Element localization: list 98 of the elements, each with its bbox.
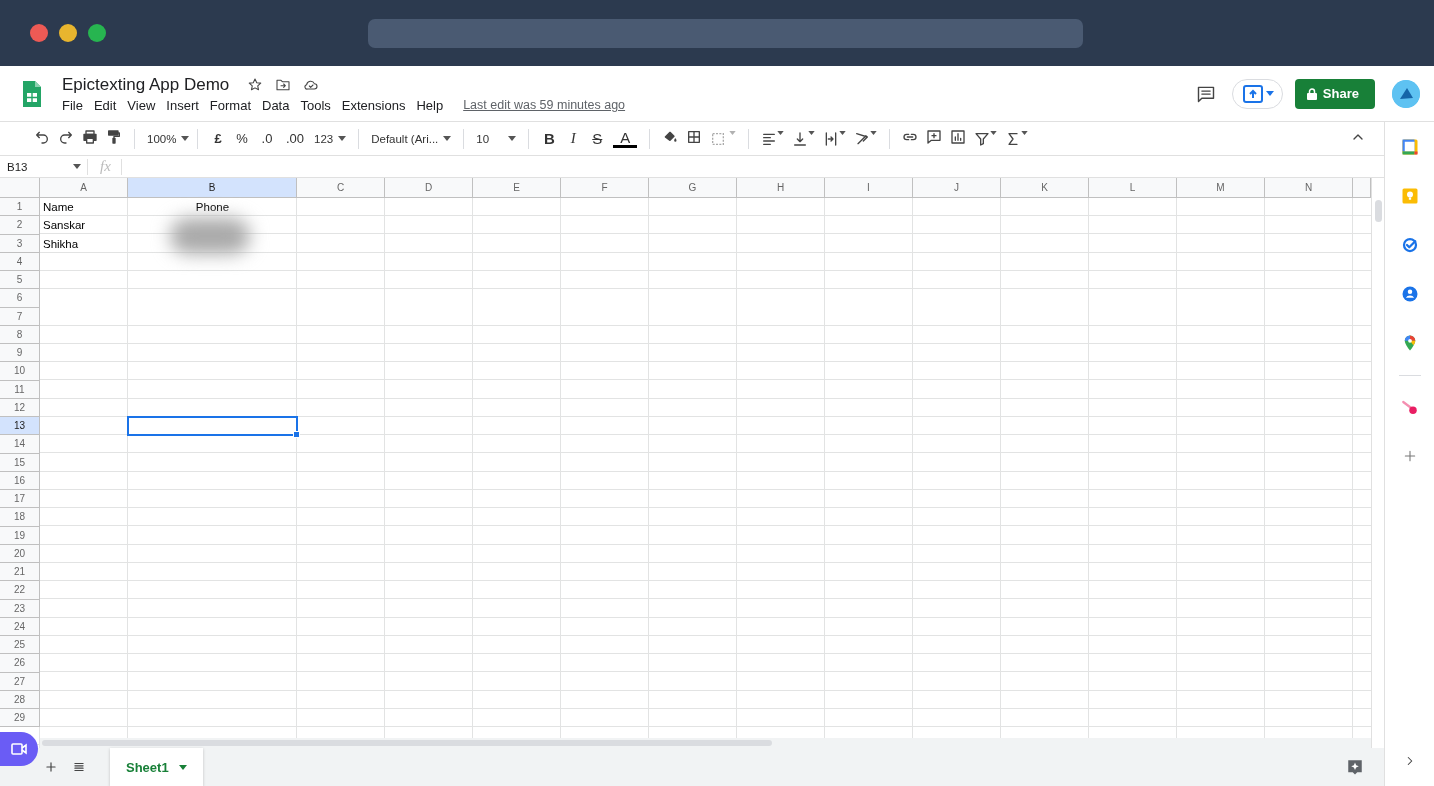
decrease-decimal-button[interactable]: .0	[254, 131, 280, 146]
row-header[interactable]: 17	[0, 490, 40, 509]
column-header[interactable]: E	[473, 178, 561, 198]
font-dropdown[interactable]: Default (Ari...	[367, 132, 456, 145]
comet-icon[interactable]	[1400, 399, 1419, 417]
number-format-dropdown[interactable]: 123	[310, 132, 351, 145]
percent-format-button[interactable]: %	[230, 131, 254, 146]
caret-icon[interactable]	[178, 764, 187, 770]
column-header[interactable]: L	[1089, 178, 1177, 198]
menu-item[interactable]: File	[62, 97, 88, 113]
maximize-window-button[interactable]	[88, 24, 106, 42]
bold-button[interactable]: B	[537, 130, 562, 147]
italic-button[interactable]: I	[561, 130, 586, 147]
calendar-icon[interactable]	[1400, 138, 1419, 156]
column-header[interactable]: K	[1001, 178, 1089, 198]
column-header[interactable]: J	[913, 178, 1001, 198]
explore-icon[interactable]	[1346, 758, 1364, 776]
menu-item[interactable]: View	[122, 97, 161, 113]
strikethrough-button[interactable]: S	[585, 130, 610, 147]
row-header[interactable]: 18	[0, 508, 40, 527]
selected-cell[interactable]	[128, 417, 297, 436]
column-header[interactable]: H	[737, 178, 825, 198]
caret-icon[interactable]	[338, 136, 347, 141]
menu-item[interactable]: Insert	[161, 97, 204, 113]
menu-item[interactable]: Extensions	[336, 97, 411, 113]
share-button[interactable]: Share	[1294, 78, 1375, 109]
functions-icon[interactable]	[1005, 130, 1029, 147]
row-header[interactable]: 14	[0, 435, 40, 454]
menu-item[interactable]: Help	[411, 97, 449, 113]
contacts-icon[interactable]	[1400, 285, 1419, 303]
present-icon[interactable]	[1242, 84, 1263, 103]
column-header[interactable]: F	[561, 178, 649, 198]
caret-icon[interactable]	[181, 136, 190, 141]
text-color-button[interactable]: A	[613, 129, 638, 148]
minimize-window-button[interactable]	[59, 24, 77, 42]
print-icon[interactable]	[82, 128, 98, 145]
zoom-dropdown[interactable]: 100%	[143, 132, 189, 145]
row-header[interactable]: 10	[0, 362, 40, 381]
formula-label: fx	[100, 158, 111, 175]
currency-format-button[interactable]: £	[206, 131, 230, 146]
table-cell-text: Name	[42, 200, 75, 216]
menu-item[interactable]: Data	[257, 97, 295, 113]
table-cell-text: Phone	[194, 200, 231, 216]
column-header[interactable]: D	[385, 178, 473, 198]
row-header[interactable]: 22	[0, 581, 40, 600]
table-cell-text: Shikha	[42, 236, 80, 252]
add-sheet-icon[interactable]	[44, 760, 58, 774]
column-header[interactable]: N	[1265, 178, 1353, 198]
all-sheets-menu-icon[interactable]	[72, 760, 86, 774]
add-comment-icon[interactable]	[926, 128, 943, 145]
row-header[interactable]: 26	[0, 654, 40, 673]
close-window-button[interactable]	[30, 24, 48, 42]
menu-item[interactable]: Format	[204, 97, 256, 113]
horizontal-align-icon[interactable]	[761, 130, 785, 147]
tasks-icon[interactable]	[1400, 236, 1419, 254]
chart-icon[interactable]	[950, 128, 967, 145]
column-header[interactable]: I	[825, 178, 913, 198]
menu-item[interactable]: Edit	[88, 97, 122, 113]
table-cell-text: Sanskar	[42, 218, 87, 234]
document-title[interactable]: Epictexting App Demo	[62, 74, 230, 95]
column-header[interactable]: C	[297, 178, 385, 198]
font-size-dropdown[interactable]: 10	[472, 132, 521, 145]
name-box[interactable]: B13	[0, 158, 88, 175]
vertical-align-icon[interactable]	[792, 130, 816, 147]
filter-icon[interactable]	[974, 130, 998, 147]
borders-icon[interactable]	[686, 128, 703, 145]
text-wrapping-icon[interactable]	[823, 130, 847, 147]
menu-item[interactable]: Tools	[295, 97, 336, 113]
row-header[interactable]: 5	[0, 271, 40, 290]
row-header[interactable]: 21	[0, 563, 40, 582]
caret-icon[interactable]	[1265, 91, 1274, 96]
sheet-tab[interactable]: Sheet1	[110, 748, 203, 786]
row-header[interactable]: 13	[0, 417, 40, 436]
paint-format-icon[interactable]	[106, 128, 122, 145]
column-header[interactable]: A	[40, 178, 128, 198]
video-camera-icon[interactable]	[11, 743, 27, 755]
caret-icon[interactable]	[73, 164, 81, 169]
star-icon[interactable]	[247, 76, 264, 93]
caret-icon[interactable]	[508, 136, 517, 141]
column-header[interactable]: M	[1177, 178, 1265, 198]
text-rotation-icon[interactable]	[854, 130, 878, 147]
vertical-scrollbar[interactable]	[1371, 178, 1384, 748]
caret-icon[interactable]	[443, 136, 452, 141]
row-header[interactable]: 2	[0, 216, 40, 235]
row-header[interactable]: 9	[0, 344, 40, 363]
row-header[interactable]: 25	[0, 636, 40, 655]
column-header[interactable]: B	[128, 178, 297, 198]
merge-cells-icon[interactable]	[710, 130, 737, 147]
increase-decimal-button[interactable]: .00	[280, 131, 310, 146]
row-header[interactable]: 1	[0, 198, 40, 217]
row-header[interactable]: 29	[0, 709, 40, 728]
avatar[interactable]	[1392, 79, 1420, 108]
video-call-button[interactable]	[0, 732, 38, 766]
last-edit-link[interactable]: Last edit was 59 minutes ago	[463, 98, 626, 112]
row-header[interactable]: 6	[0, 289, 40, 308]
column-header[interactable]: G	[649, 178, 737, 198]
horizontal-scrollbar[interactable]	[40, 738, 1371, 748]
lock-icon	[1306, 87, 1317, 100]
